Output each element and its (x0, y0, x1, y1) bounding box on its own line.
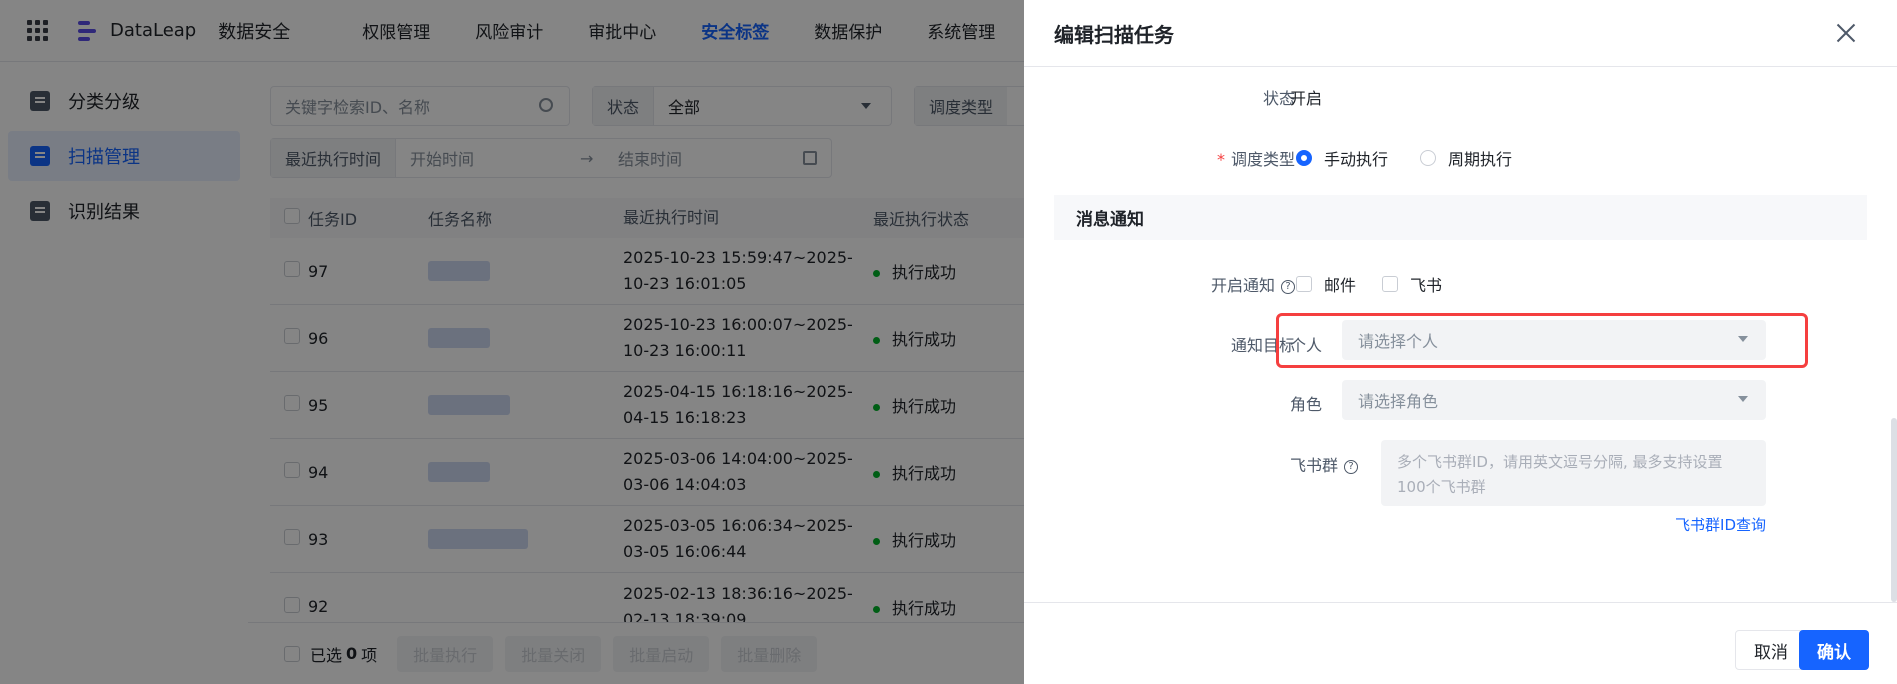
required-mark: * (1216, 150, 1225, 169)
drawer-title: 编辑扫描任务 (1054, 22, 1174, 47)
help-icon[interactable]: ? (1281, 279, 1295, 294)
drawer-header: 编辑扫描任务 (1024, 0, 1897, 67)
role-select[interactable]: 请选择角色 (1342, 380, 1766, 420)
checkbox-icon (1296, 276, 1312, 292)
feishu-group-input[interactable]: 多个飞书群ID，请用英文逗号分隔, 最多支持设置100个飞书群 (1381, 440, 1766, 506)
feishu-group-id-link[interactable]: 飞书群ID查询 (1675, 514, 1766, 535)
status-value: 开启 (1290, 89, 1323, 108)
person-label: 个人 (1290, 336, 1323, 355)
checkbox-feishu[interactable]: 飞书 (1382, 272, 1442, 296)
radio-periodic[interactable]: 周期执行 (1420, 146, 1512, 170)
checkbox-email[interactable]: 邮件 (1296, 272, 1356, 296)
modal-overlay[interactable] (0, 0, 1024, 684)
drawer-footer: 取消 确认 (1024, 602, 1897, 684)
cancel-button[interactable]: 取消 (1735, 630, 1807, 670)
edit-scan-task-drawer: 编辑扫描任务 状态 开启 * 调度类型 手动执行 周期执行 消息通知 开启通知? … (1024, 0, 1897, 684)
role-label: 角色 (1290, 395, 1323, 414)
close-icon[interactable] (1835, 22, 1857, 44)
chevron-down-icon (1738, 336, 1748, 342)
notification-section-header: 消息通知 (1054, 195, 1867, 240)
person-select[interactable]: 请选择个人 (1342, 320, 1766, 360)
radio-checked-icon (1296, 150, 1312, 166)
drawer-scrollbar[interactable] (1891, 418, 1897, 602)
radio-manual[interactable]: 手动执行 (1296, 146, 1388, 170)
schedule-type-label: * 调度类型 (1216, 150, 1295, 169)
help-icon[interactable]: ? (1344, 459, 1359, 474)
feishu-group-label: 飞书群? (1290, 452, 1359, 476)
confirm-button[interactable]: 确认 (1799, 630, 1869, 670)
enable-notify-label: 开启通知? (1211, 272, 1295, 296)
checkbox-icon (1382, 276, 1398, 292)
chevron-down-icon (1738, 396, 1748, 402)
radio-unchecked-icon (1420, 150, 1436, 166)
